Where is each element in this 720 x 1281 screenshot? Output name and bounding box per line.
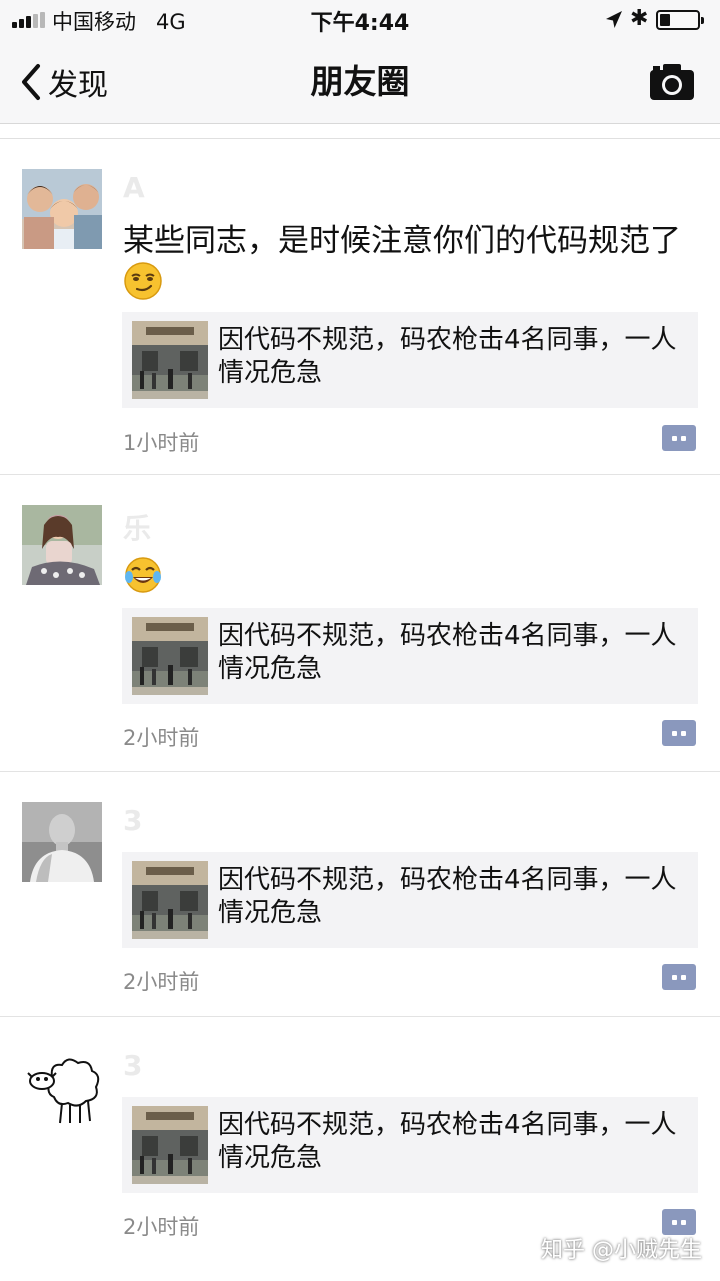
moment-post: 3 因代码不规范，码农枪击4名同事，一人情况危急 2小时前	[0, 1017, 720, 1263]
location-arrow-icon	[606, 11, 622, 28]
link-card[interactable]: 因代码不规范，码农枪击4名同事，一人情况危急	[122, 608, 698, 704]
post-time: 2小时前	[123, 970, 200, 994]
moment-post: A 某些同志，是时候注意你们的代码规范了 因代码不规范，码农枪击4名同事，一人情…	[0, 139, 720, 475]
post-author-name[interactable]: 3	[123, 1049, 142, 1082]
avatar[interactable]	[22, 802, 102, 882]
post-author-name[interactable]: A	[123, 171, 145, 204]
moment-post: 3 因代码不规范，码农枪击4名同事，一人情况危急 2小时前	[0, 772, 720, 1017]
link-title: 因代码不规范，码农枪击4名同事，一人情况危急	[218, 325, 677, 388]
nav-bar: 中国移动 4G 下午4:44 ✱ 发现 朋友圈	[0, 0, 720, 124]
status-bar: 中国移动 4G 下午4:44 ✱	[0, 0, 720, 40]
page-title: 朋友圈	[310, 62, 410, 101]
post-text: 某些同志，是时候注意你们的代码规范了	[123, 223, 681, 259]
link-thumbnail	[132, 1106, 208, 1184]
link-title: 因代码不规范，码农枪击4名同事，一人情况危急	[218, 1110, 677, 1173]
camera-icon[interactable]	[648, 62, 696, 102]
bluetooth-icon: ✱	[630, 6, 649, 31]
comment-icon[interactable]	[662, 425, 696, 451]
smirk-emoji	[124, 262, 162, 300]
link-card[interactable]: 因代码不规范，码农枪击4名同事，一人情况危急	[122, 1097, 698, 1193]
tears-of-joy-emoji	[125, 557, 161, 593]
avatar[interactable]	[22, 505, 102, 585]
avatar[interactable]	[22, 1047, 102, 1127]
post-time: 2小时前	[123, 1215, 200, 1239]
avatar[interactable]	[22, 169, 102, 249]
comment-icon[interactable]	[662, 720, 696, 746]
link-title: 因代码不规范，码农枪击4名同事，一人情况危急	[218, 865, 677, 928]
post-author-name[interactable]: 乐	[123, 507, 151, 547]
link-card[interactable]: 因代码不规范，码农枪击4名同事，一人情况危急	[122, 852, 698, 948]
comment-icon[interactable]	[662, 964, 696, 990]
battery-icon	[656, 10, 704, 30]
post-author-name[interactable]: 3	[123, 804, 142, 837]
post-time: 2小时前	[123, 726, 200, 750]
link-thumbnail	[132, 321, 208, 399]
link-title: 因代码不规范，码农枪击4名同事，一人情况危急	[218, 621, 677, 684]
watermark: 知乎 @小贼先生	[541, 1238, 702, 1263]
moment-post: 乐 因代码不规范，码农枪击4名同事，一人情况危急 2小时前	[0, 475, 720, 772]
moments-feed: A 某些同志，是时候注意你们的代码规范了 因代码不规范，码农枪击4名同事，一人情…	[0, 139, 720, 1263]
post-time: 1小时前	[123, 431, 200, 455]
link-thumbnail	[132, 861, 208, 939]
link-card[interactable]: 因代码不规范，码农枪击4名同事，一人情况危急	[122, 312, 698, 408]
link-thumbnail	[132, 617, 208, 695]
